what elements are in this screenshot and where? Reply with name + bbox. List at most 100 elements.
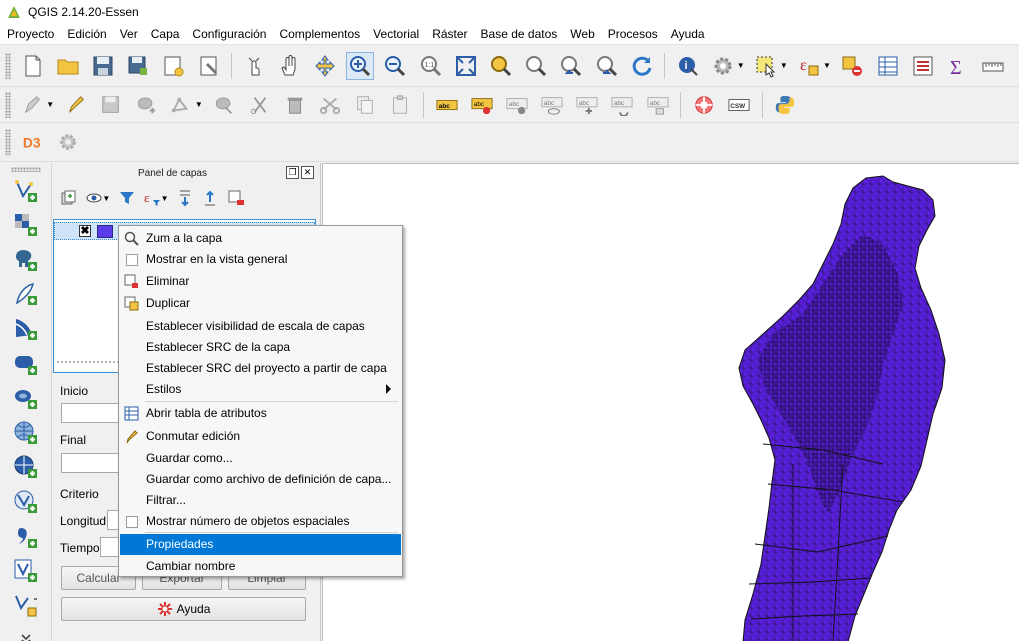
menu-proyecto[interactable]: Proyecto [0,24,60,44]
zoom-next-button[interactable] [593,52,621,80]
change-label-button[interactable]: abc [644,91,672,119]
pan-map-button[interactable] [276,52,304,80]
python-console-button[interactable] [771,91,799,119]
cut-features-button[interactable] [316,91,344,119]
new-project-button[interactable] [19,52,47,80]
select-by-expression-button[interactable]: ε [795,52,823,80]
menu-edicion[interactable]: Edición [60,24,112,44]
menu-item-set-project-crs[interactable]: Establecer SRC del proyecto a partir de … [120,358,401,379]
add-oracle-layer-button[interactable] [11,382,41,414]
delete-selected-button[interactable] [246,91,274,119]
zoom-in-button[interactable] [346,51,375,80]
chevron-down-icon[interactable]: ▼ [780,61,788,70]
zoom-full-button[interactable] [452,52,480,80]
layer-labeling-button[interactable]: abc [433,91,461,119]
settings-plugin-button[interactable] [54,128,82,156]
current-edits-button[interactable] [19,91,47,119]
toolbar-grip[interactable] [5,52,11,79]
menu-item-save-as[interactable]: Guardar como... [120,448,401,469]
ayuda-button[interactable]: Ayuda [61,597,306,621]
close-panel-button[interactable]: ✕ [301,166,314,179]
add-raster-layer-button[interactable] [11,209,41,241]
collapse-all-button[interactable] [199,187,221,209]
menu-complementos[interactable]: Complementos [272,24,366,44]
menu-item-set-layer-crs[interactable]: Establecer SRC de la capa [120,337,401,358]
composer-manager-button[interactable] [195,52,223,80]
trash-button[interactable] [281,91,309,119]
refresh-button[interactable] [628,52,656,80]
menu-capa[interactable]: Capa [144,24,186,44]
move-feature-button[interactable] [167,91,195,119]
new-shapefile-layer-button[interactable] [11,590,41,622]
menu-item-rename[interactable]: Cambiar nombre [120,556,401,577]
add-wms-layer-button[interactable] [11,417,41,449]
menu-item-toggle-editing[interactable]: Conmutar edición [120,426,401,447]
chevron-down-icon[interactable]: ▼ [102,194,110,203]
more-tools-chevron[interactable] [11,624,41,641]
open-attribute-table-button[interactable] [874,52,902,80]
rotate-label-button[interactable]: abc [608,91,636,119]
openlayers-plugin-button[interactable] [690,91,718,119]
paste-features-button[interactable] [386,91,414,119]
float-panel-button[interactable]: ❐ [286,166,299,179]
zoom-native-button[interactable]: 1:1 [417,52,445,80]
menu-item-zoom-to-layer[interactable]: Zum a la capa [120,228,401,249]
menu-item-show-in-overview[interactable]: Mostrar en la vista general [120,249,401,270]
toolbar-grip[interactable] [5,129,11,155]
open-project-button[interactable] [54,52,82,80]
remove-layer-button[interactable] [225,187,247,209]
add-db2-layer-button[interactable] [11,348,41,380]
menu-ver[interactable]: Ver [113,24,144,44]
zoom-to-layer-button[interactable] [522,52,550,80]
chevron-down-icon[interactable]: ▼ [195,100,203,109]
measure-line-button[interactable] [979,52,1007,80]
menu-item-save-layer-definition[interactable]: Guardar como archivo de definición de ca… [120,469,401,490]
menu-item-properties[interactable]: Propiedades [120,534,401,555]
chevron-down-icon[interactable]: ▼ [161,194,169,203]
filter-legend-button[interactable] [116,187,138,209]
select-features-button[interactable] [752,52,780,80]
menu-procesos[interactable]: Procesos [601,24,664,44]
map-canvas[interactable] [322,163,1019,641]
menu-web[interactable]: Web [563,24,600,44]
toggle-editing-button[interactable] [62,91,90,119]
add-mssql-layer-button[interactable] [11,313,41,345]
field-calculator-button[interactable]: Σ [944,52,972,80]
menu-item-filter[interactable]: Filtrar... [120,490,401,511]
menu-item-show-feature-count[interactable]: Mostrar número de objetos espaciales [120,511,401,532]
menu-raster[interactable]: Ráster [425,24,473,44]
menu-item-styles[interactable]: Estilos [120,379,401,400]
menu-base-de-datos[interactable]: Base de datos [474,24,564,44]
deselect-features-button[interactable] [838,52,866,80]
menu-item-duplicate[interactable]: Duplicar [120,293,401,314]
node-tool-button[interactable] [210,91,238,119]
add-delimited-text-button[interactable] [11,521,41,553]
highlight-pinned-labels-button[interactable]: abc [503,91,531,119]
add-spatialite-layer-button[interactable] [11,278,41,310]
add-postgis-layer-button[interactable] [11,244,41,276]
run-feature-action-button[interactable] [709,52,737,80]
chevron-down-icon[interactable]: ▼ [823,61,831,70]
pan-to-selection-button[interactable] [311,52,339,80]
csw-button[interactable]: CSW [725,91,753,119]
chevron-down-icon[interactable]: ▼ [737,61,745,70]
identify-features-button[interactable]: i [674,52,702,80]
save-as-button[interactable] [124,52,152,80]
add-group-button[interactable] [58,187,80,209]
zoom-out-button[interactable] [381,52,409,80]
touch-zoom-button[interactable] [241,52,269,80]
pin-labels-button[interactable]: abc [468,91,496,119]
add-wfs-layer-button[interactable] [11,486,41,518]
new-print-composer-button[interactable] [159,52,187,80]
menu-item-remove[interactable]: Eliminar [120,271,401,292]
copy-features-button[interactable] [351,91,379,119]
expand-all-button[interactable] [174,187,196,209]
show-hide-labels-button[interactable]: abc [538,91,566,119]
save-layer-edits-button[interactable] [97,91,125,119]
menu-configuracion[interactable]: Configuración [185,24,272,44]
add-vector-layer-button[interactable] [11,175,41,207]
add-feature-button[interactable] [132,91,160,119]
menu-ayuda[interactable]: Ayuda [664,24,711,44]
toolbar-grip[interactable] [10,167,41,172]
zoom-to-selection-button[interactable] [487,52,515,80]
